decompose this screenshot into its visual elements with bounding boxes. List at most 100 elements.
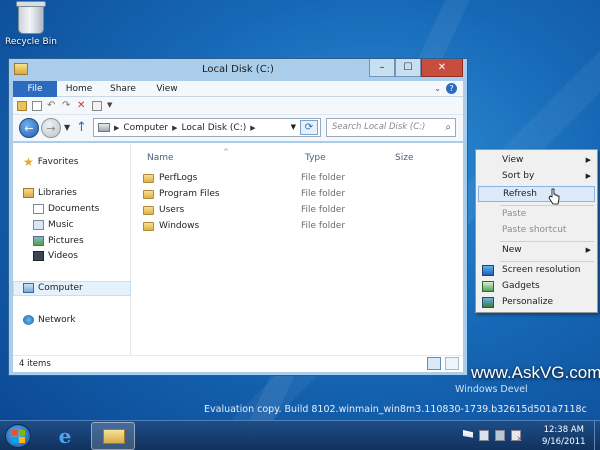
nav-item-network[interactable]: Network bbox=[23, 315, 76, 325]
menu-item-view[interactable]: View ▶ bbox=[478, 153, 595, 169]
explorer-window: Local Disk (C:) – ☐ ✕ File Home Share Vi… bbox=[8, 58, 468, 376]
nav-label: Favorites bbox=[37, 157, 79, 167]
action-center-flag-icon[interactable] bbox=[463, 430, 473, 438]
clock-date: 9/16/2011 bbox=[542, 437, 586, 447]
forward-arrow-icon[interactable]: → bbox=[41, 118, 61, 138]
undo-icon[interactable]: ↶ bbox=[47, 100, 57, 111]
breadcrumb-separator-icon[interactable]: ▶ bbox=[250, 124, 255, 132]
file-row[interactable]: Windows File folder bbox=[143, 220, 463, 234]
navigation-pane: ★ Favorites Libraries Documents Music Pi… bbox=[13, 143, 131, 355]
breadcrumb-separator-icon[interactable]: ▶ bbox=[114, 124, 119, 132]
music-icon bbox=[33, 220, 44, 230]
site-watermark: www.AskVG.com bbox=[471, 363, 600, 382]
quick-access-toolbar: ↶ ↷ ✕ ▼ bbox=[13, 97, 463, 115]
ribbon-expand-chevron-icon[interactable]: ⌄ bbox=[434, 84, 441, 93]
address-dropdown-icon[interactable]: ▼ bbox=[291, 123, 296, 131]
menu-item-gadgets[interactable]: Gadgets bbox=[478, 279, 595, 295]
menu-label: New bbox=[502, 245, 522, 255]
close-button[interactable]: ✕ bbox=[421, 59, 463, 77]
nav-item-computer[interactable]: Computer bbox=[23, 283, 83, 293]
personalize-icon bbox=[482, 297, 494, 308]
drive-icon bbox=[98, 123, 110, 132]
tab-view[interactable]: View bbox=[147, 81, 187, 97]
nav-item-pictures[interactable]: Pictures bbox=[33, 236, 84, 246]
column-header-size[interactable]: Size bbox=[395, 153, 413, 163]
menu-label: Sort by bbox=[502, 171, 535, 181]
file-type: File folder bbox=[301, 173, 346, 183]
maximize-button[interactable]: ☐ bbox=[395, 59, 421, 77]
redo-icon[interactable]: ↷ bbox=[62, 100, 72, 111]
menu-item-screen-resolution[interactable]: Screen resolution bbox=[478, 263, 595, 279]
breadcrumb-separator-icon[interactable]: ▶ bbox=[172, 124, 177, 132]
show-desktop-button[interactable] bbox=[594, 421, 600, 450]
recent-locations-chevron-icon[interactable]: ▼ bbox=[64, 123, 70, 132]
recycle-bin-icon bbox=[16, 1, 46, 34]
network-icon bbox=[23, 315, 34, 325]
videos-icon bbox=[33, 251, 44, 261]
menu-item-sort-by[interactable]: Sort by ▶ bbox=[478, 169, 595, 185]
column-header-type[interactable]: Type bbox=[305, 153, 326, 163]
refresh-icon[interactable]: ⟳ bbox=[300, 120, 318, 135]
address-field[interactable]: ▶ Computer ▶ Local Disk (C:) ▶ ▼ ⟳ bbox=[93, 118, 321, 137]
menu-item-paste: Paste bbox=[478, 207, 595, 223]
network-tray-icon[interactable] bbox=[495, 430, 505, 441]
breadcrumb-computer[interactable]: Computer bbox=[123, 123, 168, 133]
file-row[interactable]: Program Files File folder bbox=[143, 188, 463, 202]
menu-item-personalize[interactable]: Personalize bbox=[478, 295, 595, 311]
rename-icon[interactable] bbox=[92, 100, 102, 111]
submenu-arrow-icon: ▶ bbox=[585, 246, 591, 254]
large-icons-view-icon[interactable] bbox=[445, 357, 459, 370]
breadcrumb-local-disk[interactable]: Local Disk (C:) bbox=[182, 123, 247, 133]
details-view-icon[interactable] bbox=[427, 357, 441, 370]
file-row[interactable]: PerfLogs File folder bbox=[143, 172, 463, 186]
properties-icon[interactable] bbox=[17, 100, 27, 111]
menu-label: Personalize bbox=[502, 297, 554, 307]
gadgets-icon bbox=[482, 281, 494, 292]
tab-share[interactable]: Share bbox=[103, 81, 143, 97]
file-name: Windows bbox=[159, 221, 200, 231]
folder-icon bbox=[143, 222, 154, 231]
file-name: PerfLogs bbox=[159, 173, 198, 183]
title-bar[interactable]: Local Disk (C:) – ☐ ✕ bbox=[9, 59, 467, 81]
taskbar-explorer-button[interactable] bbox=[91, 422, 135, 450]
hand-cursor-icon bbox=[548, 188, 560, 205]
nav-label: Music bbox=[48, 220, 74, 230]
volume-muted-icon[interactable] bbox=[511, 430, 523, 443]
customize-toolbar-icon[interactable]: ▼ bbox=[107, 101, 117, 111]
help-icon[interactable]: ? bbox=[446, 83, 457, 94]
tab-home[interactable]: Home bbox=[59, 81, 99, 97]
menu-item-paste-shortcut: Paste shortcut bbox=[478, 223, 595, 239]
menu-item-new[interactable]: New ▶ bbox=[478, 243, 595, 259]
screen-icon bbox=[482, 265, 494, 276]
recycle-bin-label: Recycle Bin bbox=[5, 37, 57, 47]
new-folder-icon[interactable] bbox=[32, 100, 42, 111]
file-type: File folder bbox=[301, 221, 346, 231]
recycle-bin-desktop-icon[interactable]: Recycle Bin bbox=[2, 1, 60, 47]
internet-explorer-icon[interactable]: e bbox=[54, 425, 76, 447]
back-arrow-icon[interactable]: ← bbox=[19, 118, 39, 138]
sort-indicator-icon: ^ bbox=[223, 148, 229, 156]
minimize-button[interactable]: – bbox=[369, 59, 395, 77]
nav-item-favorites[interactable]: ★ Favorites bbox=[23, 156, 79, 168]
device-icon[interactable] bbox=[479, 430, 489, 441]
delete-icon[interactable]: ✕ bbox=[77, 100, 87, 111]
menu-item-refresh[interactable]: Refresh bbox=[478, 186, 595, 202]
item-count: 4 items bbox=[19, 359, 51, 369]
documents-icon bbox=[33, 204, 44, 214]
nav-item-videos[interactable]: Videos bbox=[33, 251, 78, 261]
menu-label: Gadgets bbox=[502, 281, 540, 291]
search-icon[interactable]: ⌕ bbox=[445, 119, 451, 136]
file-type: File folder bbox=[301, 189, 346, 199]
nav-item-documents[interactable]: Documents bbox=[33, 204, 99, 214]
column-header-name[interactable]: Name bbox=[147, 153, 174, 163]
file-row[interactable]: Users File folder bbox=[143, 204, 463, 218]
folder-icon bbox=[143, 174, 154, 183]
start-button[interactable] bbox=[5, 424, 31, 448]
pictures-icon bbox=[33, 236, 44, 246]
nav-item-music[interactable]: Music bbox=[33, 220, 74, 230]
nav-item-libraries[interactable]: Libraries bbox=[23, 188, 77, 198]
clock[interactable]: 12:38 AM 9/16/2011 bbox=[542, 424, 586, 448]
up-arrow-icon[interactable]: ↑ bbox=[76, 120, 87, 135]
tab-file[interactable]: File bbox=[13, 81, 57, 97]
search-input[interactable]: Search Local Disk (C:) ⌕ bbox=[326, 118, 456, 137]
